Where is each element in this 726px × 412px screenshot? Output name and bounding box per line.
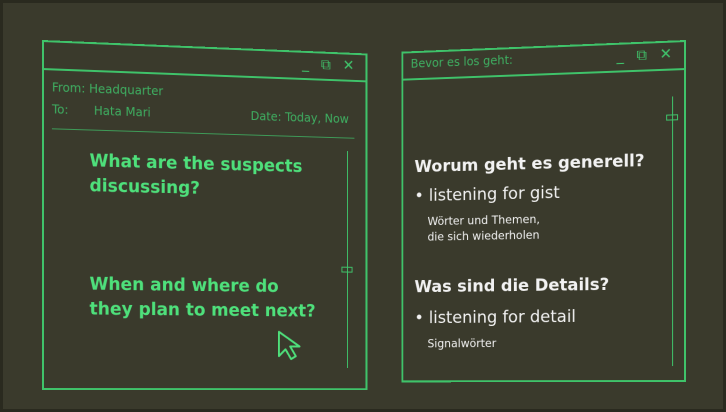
- heading-details: Was sind die Details?: [414, 275, 609, 297]
- question-meeting: When and where do they plan to meet next…: [89, 273, 319, 325]
- cursor-arrow-icon: [276, 329, 308, 362]
- scrollbar-thumb[interactable]: [666, 114, 678, 120]
- bullet-detail: • listening for detail: [414, 307, 575, 328]
- from-label: From:: [52, 80, 85, 95]
- minimize-icon[interactable]: _: [617, 46, 628, 64]
- notes-window: Bevor es los geht: _ ⧉ ✕ Worum geht es g…: [401, 40, 686, 382]
- to-row: To: Hata Mari: [52, 102, 151, 119]
- restore-icon[interactable]: ⧉: [321, 55, 335, 73]
- restore-icon[interactable]: ⧉: [636, 45, 650, 63]
- to-value: Hata Mari: [94, 104, 151, 120]
- to-label: To:: [52, 102, 69, 117]
- date-row: Date: Today, Now: [251, 109, 349, 126]
- notes-title: Bevor es los geht:: [411, 53, 513, 71]
- scrollbar-thumb[interactable]: [341, 267, 352, 273]
- minimize-icon[interactable]: _: [302, 55, 313, 73]
- from-value: Headquarter: [89, 82, 163, 99]
- close-icon[interactable]: ✕: [343, 56, 358, 74]
- from-row: From: Headquarter: [52, 80, 163, 98]
- detail-note: Signalwörter: [428, 335, 497, 351]
- gist-note-line-2: die sich wiederholen: [428, 227, 540, 245]
- scrollbar-track[interactable]: [347, 151, 348, 368]
- heading-general: Worum geht es generell?: [414, 151, 644, 177]
- date-label: Date:: [251, 109, 282, 124]
- window-controls[interactable]: _ ⧉ ✕: [617, 44, 676, 64]
- window-controls[interactable]: _ ⧉ ✕: [302, 55, 358, 75]
- question-topic: What are the suspects discussing?: [89, 149, 319, 204]
- close-icon[interactable]: ✕: [660, 44, 676, 63]
- scrollbar-track[interactable]: [672, 96, 673, 366]
- bullet-gist: • listening for gist: [414, 183, 559, 206]
- email-window: _ ⧉ ✕ From: Headquarter To: Hata Mari Da…: [42, 40, 367, 390]
- header-divider: [52, 128, 354, 138]
- date-value: Today, Now: [285, 110, 349, 126]
